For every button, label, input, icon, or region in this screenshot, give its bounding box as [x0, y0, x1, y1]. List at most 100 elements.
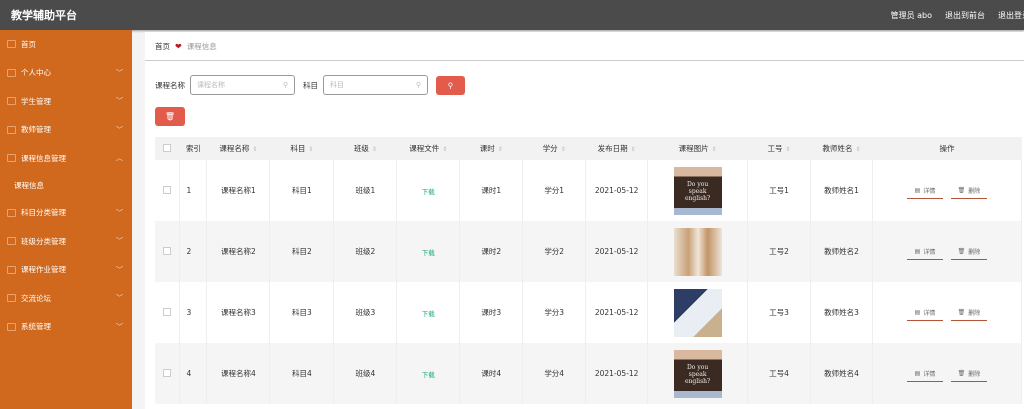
chevron-down-icon: ﹀ [116, 208, 123, 217]
download-link[interactable]: 下载 [422, 371, 435, 379]
column-header[interactable]: 学分 ⇕ [522, 137, 586, 160]
column-header[interactable]: 科目 ⇕ [269, 137, 334, 160]
detail-button[interactable]: ▤ 详情 [907, 365, 943, 382]
search-icon: ⚲ [415, 81, 421, 89]
header-label: 课程图片 [678, 144, 709, 153]
chevron-down-icon: ﹀ [116, 97, 123, 106]
detail-label: 详情 [923, 248, 936, 256]
table-row: 4 课程名称4 科目4 班级4 下载 课时4 学分4 2021-05-12 Do you… [155, 343, 1022, 404]
sidebar-item[interactable]: 教师管理 ﹀ [0, 116, 132, 145]
name-cell: 课程名称3 [206, 282, 271, 343]
select-all[interactable] [155, 137, 180, 160]
detail-button[interactable]: ▤ 详情 [907, 182, 943, 199]
checkbox[interactable] [163, 143, 172, 152]
sort-icon[interactable]: ⇕ [712, 146, 717, 153]
name-cell: 课程名称4 [206, 343, 271, 404]
sort-icon[interactable]: ⇕ [631, 146, 636, 153]
sort-icon[interactable]: ⇕ [252, 146, 257, 153]
hours-cell: 课时3 [459, 282, 524, 343]
detail-button[interactable]: ▤ 详情 [907, 304, 943, 321]
detail-icon: ▤ [914, 186, 921, 194]
sidebar-item[interactable]: 个人中心 ﹀ [0, 59, 132, 88]
delete-button[interactable]: 🗑 删除 [951, 243, 987, 260]
sort-icon[interactable]: ⇕ [442, 146, 447, 153]
employee-no-cell: 工号3 [747, 282, 812, 343]
breadcrumb: 首页 ❤ 课程信息 [145, 32, 1024, 61]
header-label: 发布日期 [597, 144, 628, 153]
sidebar-item-label: 课程信息管理 [21, 153, 66, 163]
sort-icon[interactable]: ⇕ [561, 146, 566, 153]
row-checkbox[interactable] [163, 185, 172, 194]
row-checkbox[interactable] [163, 368, 172, 377]
sidebar-item[interactable]: 系统管理 ﹀ [0, 313, 132, 342]
sort-icon[interactable]: ⇕ [498, 146, 503, 153]
batch-delete-button[interactable]: 🗑 [155, 107, 185, 126]
column-header[interactable]: 发布日期 ⇕ [585, 137, 648, 160]
delete-button[interactable]: 🗑 删除 [951, 182, 987, 199]
sidebar-item[interactable]: 交流论坛 ﹀ [0, 284, 132, 313]
trash-icon: 🗑 [957, 369, 966, 377]
column-header[interactable]: 课程图片 ⇕ [647, 137, 748, 160]
date-cell: 2021-05-12 [585, 160, 649, 221]
class-cell: 班级4 [333, 343, 398, 404]
credit-cell: 学分4 [522, 343, 587, 404]
breadcrumb-home[interactable]: 首页 [155, 41, 170, 52]
column-header[interactable]: 工号 ⇕ [747, 137, 811, 160]
search-bar: 课程名称 课程名称 ⚲ 科目 科目 ⚲ ⚲ [155, 75, 465, 95]
subject-search-input[interactable]: 科目 ⚲ [323, 75, 428, 95]
delete-button[interactable]: 🗑 删除 [951, 365, 987, 382]
delete-button[interactable]: 🗑 删除 [951, 304, 987, 321]
chevron-down-icon: ﹀ [116, 322, 123, 331]
table-row: 1 课程名称1 科目1 班级1 下载 课时1 学分1 2021-05-12 Do you… [155, 160, 1022, 221]
sidebar-item[interactable]: 首页 [0, 30, 132, 59]
column-header: 操作 [872, 137, 1022, 160]
heart-icon: ❤ [175, 41, 182, 51]
course-table: 索引 课程名称 ⇕ 科目 ⇕ 班级 ⇕ 课程文件 ⇕ 课时 ⇕ 学分 ⇕ 发布日期 ⇕ 课程图片 ⇕ 工号 ⇕ 教师姓… [155, 137, 1022, 404]
sidebar-item-label: 学生管理 [21, 96, 51, 106]
sidebar-item[interactable]: 班级分类管理 ﹀ [0, 227, 132, 256]
sidebar-item[interactable]: 课程信息管理 ︿ [0, 144, 132, 173]
index-cell: 3 [179, 282, 208, 343]
name-cell: 课程名称2 [206, 221, 271, 282]
subject-cell: 科目2 [269, 221, 335, 282]
sidebar-subitem-course-info[interactable]: 课程信息 [0, 173, 132, 199]
download-link[interactable]: 下载 [422, 310, 435, 318]
detail-label: 详情 [923, 309, 936, 317]
logout-link[interactable]: 退出登录 [998, 10, 1024, 21]
delete-label: 删除 [968, 309, 981, 317]
sidebar-item[interactable]: 学生管理 ﹀ [0, 87, 132, 116]
search-button[interactable]: ⚲ [436, 75, 465, 95]
detail-button[interactable]: ▤ 详情 [907, 243, 943, 260]
sort-icon[interactable]: ⇕ [856, 146, 861, 153]
download-link[interactable]: 下载 [422, 188, 435, 196]
subject-cell: 科目4 [269, 343, 335, 404]
credit-cell: 学分3 [522, 282, 587, 343]
menu-icon [7, 97, 16, 106]
download-link[interactable]: 下载 [422, 249, 435, 257]
row-checkbox[interactable] [163, 246, 172, 255]
date-cell: 2021-05-12 [585, 282, 649, 343]
sidebar-item[interactable]: 科目分类管理 ﹀ [0, 199, 132, 228]
image-caption: Do you speak english? [684, 180, 711, 202]
column-header[interactable]: 课程文件 ⇕ [396, 137, 460, 160]
teacher-cell: 教师姓名4 [810, 343, 873, 404]
chevron-down-icon: ﹀ [116, 294, 123, 303]
column-header[interactable]: 课程名称 ⇕ [206, 137, 270, 160]
course-image [673, 227, 722, 276]
column-header[interactable]: 教师姓名 ⇕ [810, 137, 873, 160]
trash-icon: 🗑 [957, 308, 966, 316]
teacher-cell: 教师姓名1 [810, 160, 873, 221]
sidebar-item[interactable]: 课程作业管理 ﹀ [0, 256, 132, 285]
subject-cell: 科目3 [269, 282, 335, 343]
sort-icon[interactable]: ⇕ [308, 146, 313, 153]
trash-icon: 🗑 [957, 186, 966, 194]
name-search-input[interactable]: 课程名称 ⚲ [190, 75, 295, 95]
sort-icon[interactable]: ⇕ [372, 146, 377, 153]
row-checkbox[interactable] [163, 307, 172, 316]
front-link[interactable]: 退出到前台 [945, 10, 985, 21]
detail-icon: ▤ [914, 369, 921, 377]
column-header[interactable]: 班级 ⇕ [333, 137, 397, 160]
header-label: 教师姓名 [822, 144, 853, 153]
sort-icon[interactable]: ⇕ [786, 146, 791, 153]
column-header[interactable]: 课时 ⇕ [459, 137, 523, 160]
